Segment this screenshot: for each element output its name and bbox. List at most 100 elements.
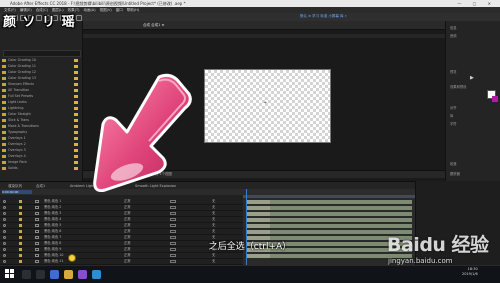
project-item[interactable]: Full Set Presets (2, 94, 80, 99)
pickwhip-icon[interactable] (170, 224, 176, 227)
folder-icon (2, 148, 6, 152)
label-color-icon[interactable] (19, 254, 22, 257)
search-icon[interactable] (22, 270, 31, 279)
panel-info[interactable]: 信息 (450, 25, 457, 30)
label-swatch (74, 113, 78, 116)
pickwhip-icon[interactable] (170, 200, 176, 203)
clock-date: 2019/1/6 (462, 272, 478, 276)
menu-view[interactable]: 视图(V) (100, 8, 112, 12)
label-swatch (74, 77, 78, 80)
project-item[interactable]: Color Grading 11 (2, 64, 80, 69)
folder-icon (2, 154, 6, 158)
project-item[interactable]: Sharpen Effects (2, 82, 80, 87)
eye-icon[interactable] (3, 206, 6, 209)
solid-layer-icon (35, 200, 39, 203)
menu-animation[interactable]: 动画(A) (83, 8, 95, 12)
folder-icon (2, 70, 6, 74)
project-item[interactable]: Lightning (2, 106, 80, 111)
project-item[interactable]: Mask & Transitions (2, 124, 80, 129)
project-item[interactable]: Overlays 2 (2, 142, 80, 147)
work-area-bar[interactable] (243, 195, 415, 198)
eye-icon[interactable] (3, 218, 6, 221)
label-color-icon[interactable] (19, 212, 22, 215)
folder-icon (2, 94, 6, 98)
pickwhip-icon[interactable] (170, 206, 176, 209)
eye-icon[interactable] (3, 212, 6, 215)
eye-icon[interactable] (3, 224, 6, 227)
project-item[interactable]: Solids (2, 166, 80, 171)
project-item[interactable]: Typography (2, 130, 80, 135)
panel-align[interactable]: 对齐 (450, 105, 457, 110)
layer-list: 黑色 纯色 1 正常无 黑色 纯色 2 正常无 黑色 纯色 3 正常无 黑色 纯色 4… (0, 195, 243, 265)
panel-paragraph[interactable]: 段落 (450, 161, 457, 166)
project-item[interactable]: Color Grading 10 (2, 58, 80, 63)
menu-help[interactable]: 帮助(H) (127, 8, 139, 12)
pickwhip-icon[interactable] (170, 254, 176, 257)
project-item[interactable]: AE Transition (2, 88, 80, 93)
panel-character[interactable]: 字符 (450, 121, 457, 126)
project-item[interactable]: Color Grading 13 (2, 76, 80, 81)
after-effects-icon[interactable] (78, 270, 87, 279)
eye-icon[interactable] (3, 254, 6, 257)
panel-libraries[interactable]: 库 (450, 113, 453, 118)
project-item[interactable]: Overlays 4 (2, 154, 80, 159)
project-item[interactable]: Image Pack (2, 160, 80, 165)
workspace-switcher[interactable]: 默认 ≡ 学习 标准 小屏幕 库 » (300, 14, 347, 19)
window-controls[interactable]: — ▢ ✕ (457, 0, 496, 7)
pickwhip-icon[interactable] (170, 230, 176, 233)
panel-tracker[interactable]: 跟踪器 (450, 171, 460, 176)
layer-duration-bar[interactable] (246, 200, 412, 204)
task-view-icon[interactable] (36, 270, 45, 279)
eye-icon[interactable] (3, 200, 6, 203)
solid-layer-icon (35, 260, 39, 263)
eye-icon[interactable] (3, 260, 6, 263)
panel-preview[interactable]: 预览 (450, 69, 457, 74)
pickwhip-icon[interactable] (170, 218, 176, 221)
stroke-color-swatch[interactable] (492, 96, 498, 102)
app-icon[interactable] (92, 270, 101, 279)
label-swatch (74, 167, 78, 170)
edge-browser-icon[interactable] (50, 270, 59, 279)
layer-duration-bar[interactable] (246, 224, 412, 228)
label-color-icon[interactable] (19, 200, 22, 203)
panel-effects-presets[interactable]: 效果和预设 (450, 84, 466, 89)
windows-start-icon[interactable] (5, 269, 14, 278)
pickwhip-icon[interactable] (170, 212, 176, 215)
label-swatch (74, 89, 78, 92)
layer-duration-bar[interactable] (246, 218, 412, 222)
pickwhip-icon[interactable] (170, 260, 176, 263)
panel-audio[interactable]: 音频 (450, 33, 457, 38)
label-swatch (74, 161, 78, 164)
project-item[interactable]: Light Leaks (2, 100, 80, 105)
label-color-icon[interactable] (19, 230, 22, 233)
folder-icon (2, 160, 6, 164)
project-item[interactable]: Overlays 1 (2, 136, 80, 141)
label-color-icon[interactable] (19, 260, 22, 263)
tab-composition[interactable]: 合成 合成1 ≡ (143, 22, 164, 28)
layer-duration-bar[interactable] (246, 212, 412, 216)
layer-duration-bar[interactable] (246, 206, 412, 210)
transparent-canvas[interactable] (204, 69, 331, 143)
current-time-display[interactable]: 0:00:00:00 (2, 190, 32, 194)
label-color-icon[interactable] (19, 206, 22, 209)
label-swatch (74, 119, 78, 122)
label-color-icon[interactable] (19, 224, 22, 227)
menu-window[interactable]: 窗口 (116, 8, 123, 12)
taskbar (0, 265, 500, 283)
folder-icon (2, 106, 6, 110)
eye-icon[interactable] (3, 230, 6, 233)
project-search-input[interactable] (3, 50, 81, 57)
project-item[interactable]: Color Straight (2, 112, 80, 117)
file-explorer-icon[interactable] (64, 270, 73, 279)
project-item[interactable]: Slick & Trans (2, 118, 80, 123)
label-swatch (74, 95, 78, 98)
project-item[interactable]: Overlays 3 (2, 148, 80, 153)
folder-icon (2, 88, 6, 92)
playhead[interactable] (246, 189, 247, 265)
system-clock[interactable]: 18:30 2019/1/6 (462, 267, 478, 277)
project-item[interactable]: Color Grading 12 (2, 70, 80, 75)
label-color-icon[interactable] (19, 218, 22, 221)
label-swatch (74, 101, 78, 104)
solid-layer-icon (35, 218, 39, 221)
play-icon[interactable]: ▶ (470, 76, 475, 81)
